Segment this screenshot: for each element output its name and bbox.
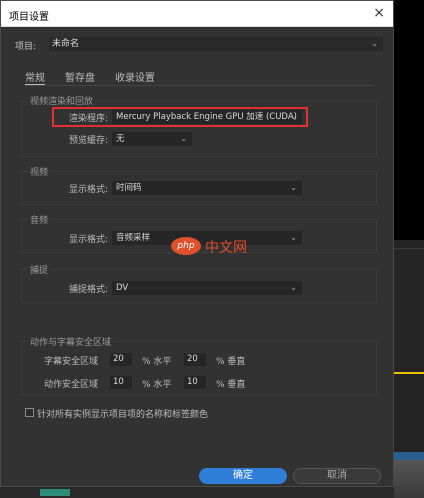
show-names-checkbox[interactable]	[25, 408, 34, 417]
chevron-down-icon: ⌄	[290, 233, 297, 242]
tab-general[interactable]: 常规	[25, 69, 45, 85]
chevron-down-icon: ⌄	[180, 134, 187, 143]
video-format-label: 显示格式:	[68, 185, 108, 195]
dialog-title: 项目设置	[9, 12, 49, 23]
capture-section: 捕捉 捕捉格式: DV ⌄	[21, 263, 377, 303]
chevron-down-icon: ⌄	[290, 283, 297, 292]
project-name-value: 未命名	[52, 39, 80, 49]
audio-format-label: 显示格式:	[68, 235, 108, 245]
project-row: 项目: 未命名 ⌄	[15, 37, 383, 53]
action-safe-horizontal-unit: % 水平	[142, 380, 172, 390]
capture-format-dropdown[interactable]: DV ⌄	[112, 281, 302, 295]
project-settings-dialog: 项目设置 × 项目: 未命名 ⌄ 常规 暂存盘 收录设置 视频渲染和回放 渲染程…	[0, 0, 394, 487]
action-safe-vertical-unit: % 垂直	[216, 380, 246, 390]
cancel-button[interactable]: 取消	[293, 468, 381, 484]
audio-section-header: 音频	[28, 213, 51, 226]
title-safe-horizontal-unit: % 水平	[142, 357, 172, 367]
title-safe-label: 字幕安全区域	[44, 357, 99, 367]
render-section: 视频渲染和回放 渲染程序: Mercury Playback Engine GP…	[21, 94, 377, 157]
chevron-down-icon: ⌄	[290, 183, 297, 192]
capture-section-header: 捕捉	[28, 263, 51, 276]
tab-scratch-disks[interactable]: 暂存盘	[65, 69, 95, 84]
watermark-logo: php	[171, 237, 201, 255]
title-safe-horizontal-input[interactable]: 20	[110, 353, 132, 366]
preview-cache-label: 预览缓存:	[68, 136, 108, 146]
dialog-titlebar: 项目设置 ×	[1, 1, 393, 27]
video-format-row: 显示格式:	[22, 181, 108, 195]
tab-divider	[23, 85, 373, 86]
project-label: 项目:	[15, 42, 37, 52]
background-clip	[394, 452, 424, 460]
preview-cache-value: 无	[116, 134, 125, 144]
audio-format-row: 显示格式:	[22, 231, 108, 245]
capture-format-label: 捕捉格式:	[68, 285, 108, 295]
title-safe-vertical-input[interactable]: 20	[184, 353, 206, 366]
background-clip-teal	[40, 489, 70, 496]
capture-format-value: DV	[116, 283, 129, 293]
video-format-value: 时间码	[116, 183, 142, 193]
watermark-text: 中文网	[205, 240, 247, 256]
background-app	[394, 0, 424, 498]
action-safe-vertical-input[interactable]: 10	[184, 376, 206, 389]
title-safe-vertical-unit: % 垂直	[216, 357, 246, 367]
video-format-dropdown[interactable]: 时间码 ⌄	[112, 181, 302, 195]
background-bottom-bar	[0, 487, 394, 498]
background-timeline-ruler	[394, 372, 424, 374]
close-icon[interactable]: ×	[373, 5, 385, 21]
background-program-monitor	[394, 0, 424, 240]
renderer-highlight-box	[52, 107, 308, 127]
chevron-down-icon: ⌄	[371, 39, 378, 48]
preview-cache-dropdown[interactable]: 无 ⌄	[112, 132, 192, 146]
video-section-header: 视频	[28, 165, 51, 178]
safe-area-section: 动作与字幕安全区域 字幕安全区域 20 % 水平 20 % 垂直 动作安全区域 …	[21, 335, 377, 395]
video-section: 视频 显示格式: 时间码 ⌄	[21, 165, 377, 205]
tab-ingest-settings[interactable]: 收录设置	[115, 69, 155, 84]
action-safe-label: 动作安全区域	[44, 380, 99, 390]
background-timeline-panel	[394, 248, 424, 368]
project-name-dropdown[interactable]: 未命名 ⌄	[49, 37, 383, 51]
audio-format-value: 音频采样	[116, 233, 151, 243]
ok-button[interactable]: 确定	[199, 468, 287, 484]
render-section-header: 视频渲染和回放	[28, 94, 96, 107]
preview-cache-row: 预览缓存:	[22, 132, 108, 146]
show-names-checkbox-label: 针对所有实例显示项目项的名称和标签颜色	[37, 410, 209, 420]
safe-area-section-header: 动作与字幕安全区域	[28, 335, 114, 348]
capture-format-row: 捕捉格式:	[22, 281, 108, 295]
background-thumbnail-strip	[394, 460, 424, 498]
action-safe-horizontal-input[interactable]: 10	[110, 376, 132, 389]
